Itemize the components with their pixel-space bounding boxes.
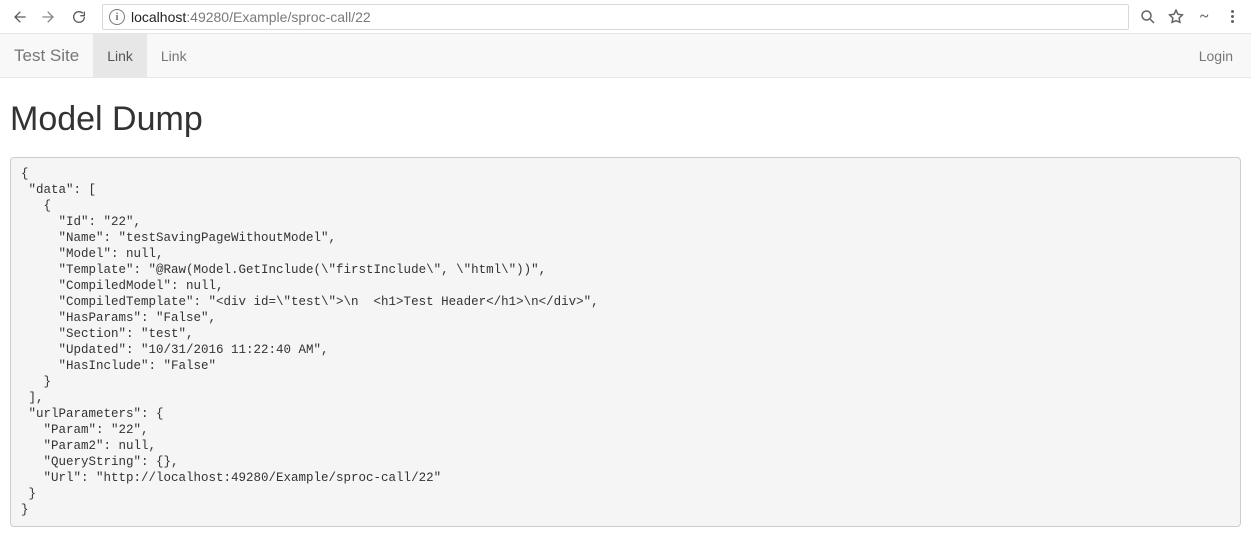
navbar-link-1[interactable]: Link bbox=[93, 34, 147, 77]
address-bar[interactable]: i localhost:49280/Example/sproc-call/22 bbox=[102, 4, 1129, 30]
toolbar-right: ~ bbox=[1139, 8, 1245, 26]
arrow-right-icon bbox=[41, 9, 57, 25]
browser-toolbar: i localhost:49280/Example/sproc-call/22 … bbox=[0, 0, 1251, 34]
forward-button[interactable] bbox=[36, 4, 62, 30]
reload-icon bbox=[71, 9, 87, 25]
navbar-brand[interactable]: Test Site bbox=[0, 34, 93, 77]
page-title: Model Dump bbox=[10, 100, 1241, 139]
model-dump-output: { "data": [ { "Id": "22", "Name": "testS… bbox=[10, 157, 1241, 527]
bookmark-star-icon[interactable] bbox=[1167, 8, 1185, 26]
navbar-spacer bbox=[201, 34, 1181, 77]
navbar-link-2[interactable]: Link bbox=[147, 34, 201, 77]
page-content: Model Dump { "data": [ { "Id": "22", "Na… bbox=[0, 78, 1251, 537]
back-button[interactable] bbox=[6, 4, 32, 30]
url-host: localhost:49280/Example/sproc-call/22 bbox=[131, 9, 371, 25]
browser-menu-button[interactable] bbox=[1223, 10, 1241, 23]
zoom-icon[interactable] bbox=[1139, 8, 1157, 26]
navbar-login-link[interactable]: Login bbox=[1181, 34, 1251, 77]
site-navbar: Test Site Link Link Login bbox=[0, 34, 1251, 78]
extension-icon[interactable]: ~ bbox=[1195, 8, 1213, 26]
arrow-left-icon bbox=[11, 9, 27, 25]
reload-button[interactable] bbox=[66, 4, 92, 30]
site-info-icon[interactable]: i bbox=[109, 9, 125, 25]
